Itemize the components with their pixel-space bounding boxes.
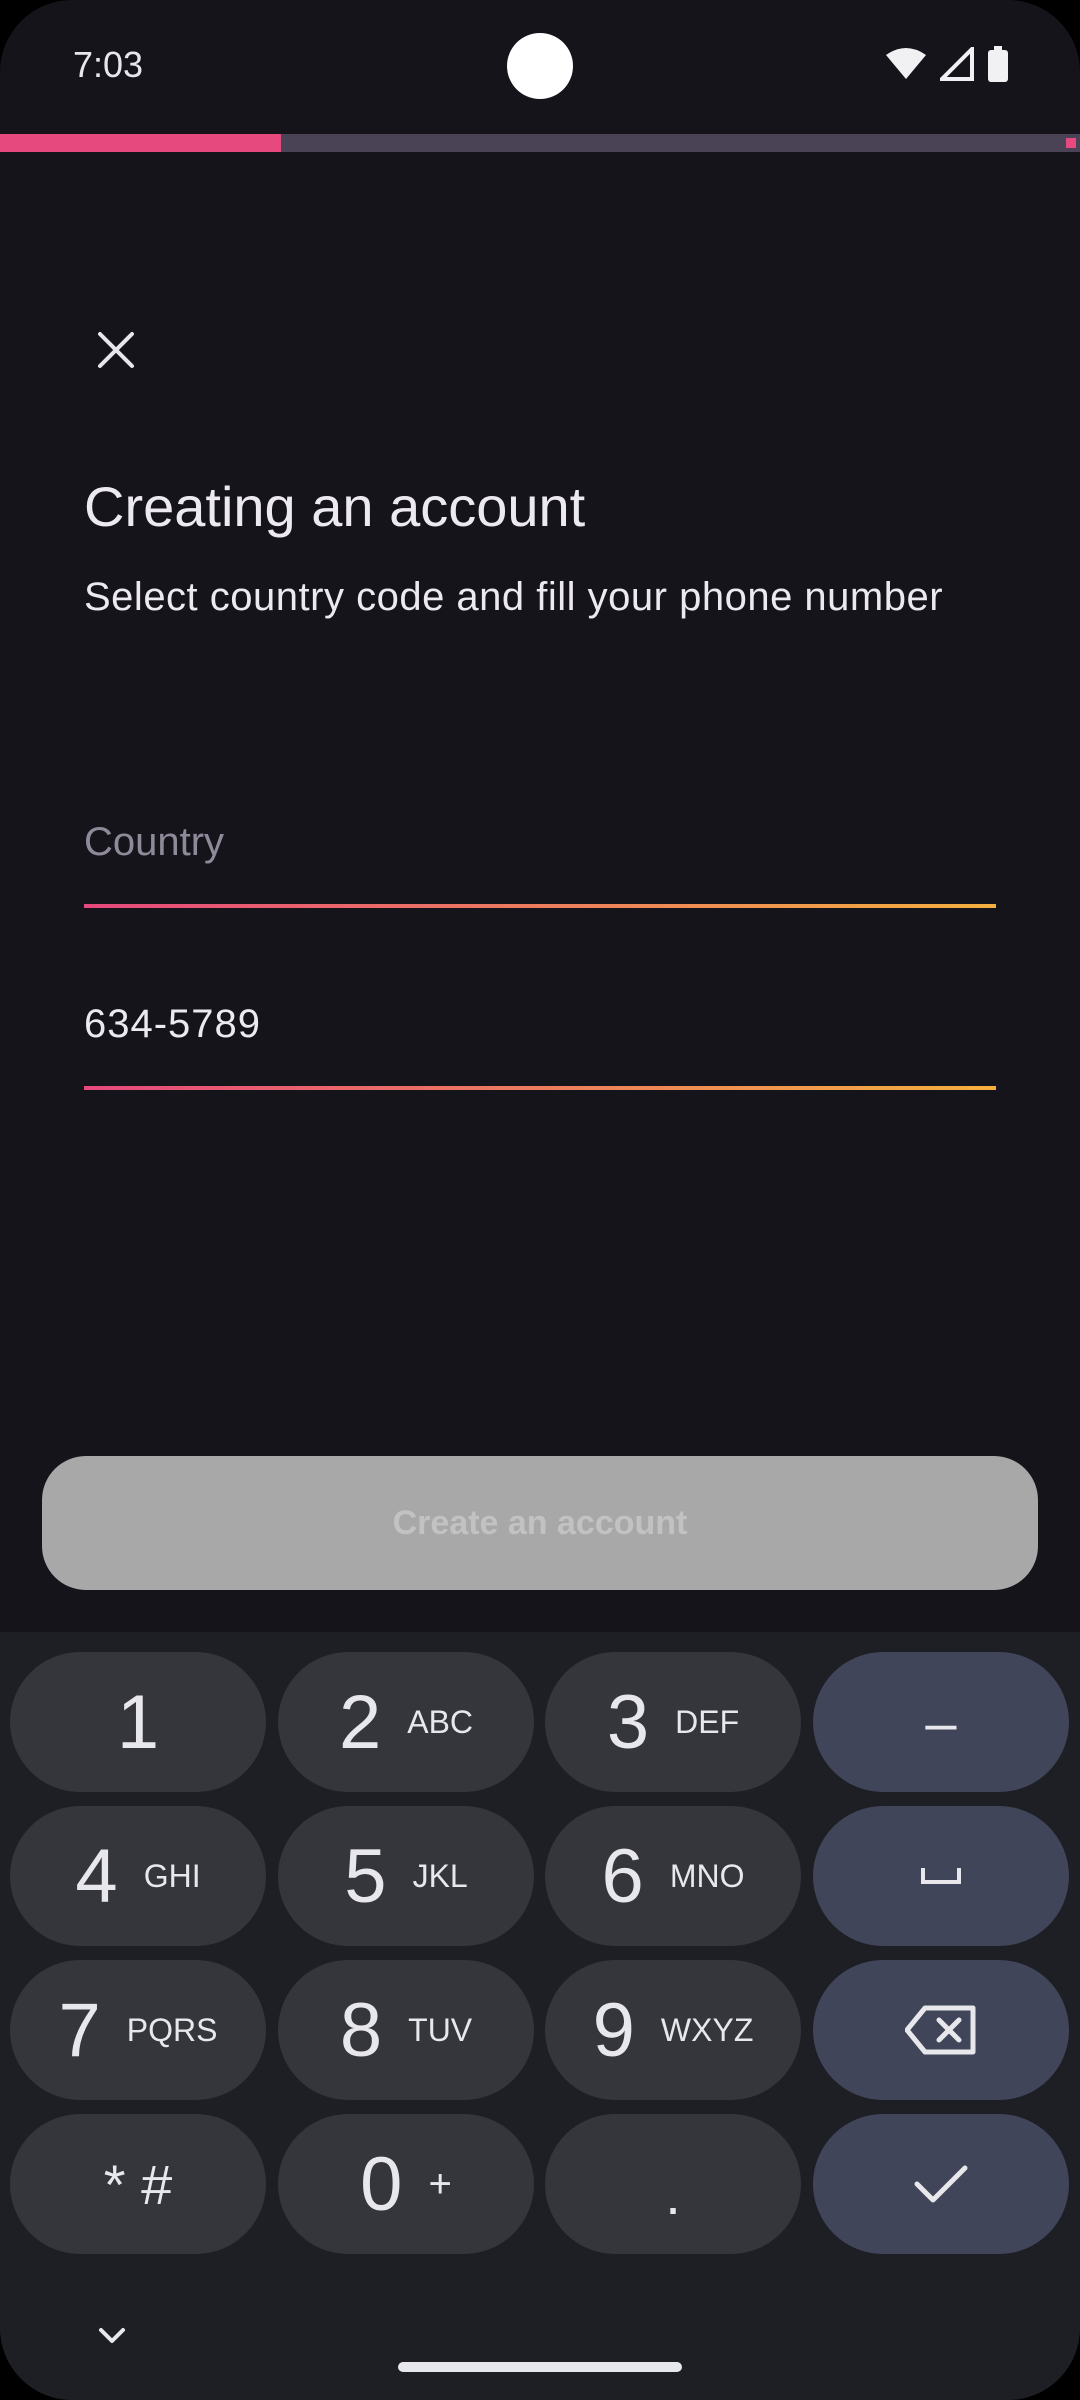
front-camera: [507, 33, 573, 99]
key-9[interactable]: 9 WXYZ: [545, 1960, 801, 2100]
close-icon: [98, 332, 134, 368]
page-title: Creating an account: [84, 475, 586, 538]
backspace-icon: [905, 2005, 976, 2055]
status-icons: [886, 44, 1008, 87]
home-indicator[interactable]: [398, 2362, 682, 2372]
space-icon: [921, 1868, 961, 1884]
key-dot[interactable]: .: [545, 2114, 801, 2254]
chevron-down-icon: [99, 2328, 125, 2343]
key-1[interactable]: 1: [10, 1652, 266, 1792]
key-8[interactable]: 8 TUV: [278, 1960, 534, 2100]
backspace-key[interactable]: [813, 1960, 1069, 2100]
key-0[interactable]: 0 +: [278, 2114, 534, 2254]
progress-fill: [0, 134, 281, 152]
key-6[interactable]: 6 MNO: [545, 1806, 801, 1946]
signal-icon: [937, 44, 974, 86]
done-key[interactable]: [813, 2114, 1069, 2254]
key-5[interactable]: 5 JKL: [278, 1806, 534, 1946]
create-account-button[interactable]: Create an account: [42, 1456, 1038, 1590]
progress-end-marker: [1066, 138, 1076, 148]
wifi-icon: [886, 47, 926, 86]
country-field[interactable]: Country: [84, 798, 996, 908]
page-subtitle: Select country code and fill your phone …: [84, 575, 944, 619]
phone-number-field[interactable]: 634-5789: [84, 980, 996, 1090]
key-star-hash[interactable]: * #: [10, 2114, 266, 2254]
numeric-keyboard: 1 2 ABC 3 DEF – 4 GHI 5 JKL 6 MNO 7 PQRS…: [0, 1632, 1080, 2400]
key-2[interactable]: 2 ABC: [278, 1652, 534, 1792]
status-time: 7:03: [73, 44, 144, 85]
hide-keyboard-button[interactable]: [92, 2316, 132, 2356]
battery-icon: [988, 46, 1008, 87]
country-underline: [84, 904, 996, 908]
dash-key[interactable]: –: [813, 1652, 1069, 1792]
app-screen: 7:03 Creating an account Select country …: [0, 0, 1080, 2400]
phone-number-value: 634-5789: [84, 1002, 262, 1046]
checkmark-icon: [914, 2165, 968, 2203]
phone-underline: [84, 1086, 996, 1090]
signup-progress-bar: [0, 134, 1080, 152]
key-4[interactable]: 4 GHI: [10, 1806, 266, 1946]
country-placeholder: Country: [84, 820, 225, 864]
close-button[interactable]: [84, 318, 148, 382]
key-3[interactable]: 3 DEF: [545, 1652, 801, 1792]
key-7[interactable]: 7 PQRS: [10, 1960, 266, 2100]
status-bar: 7:03: [0, 0, 1080, 130]
space-key[interactable]: [813, 1806, 1069, 1946]
